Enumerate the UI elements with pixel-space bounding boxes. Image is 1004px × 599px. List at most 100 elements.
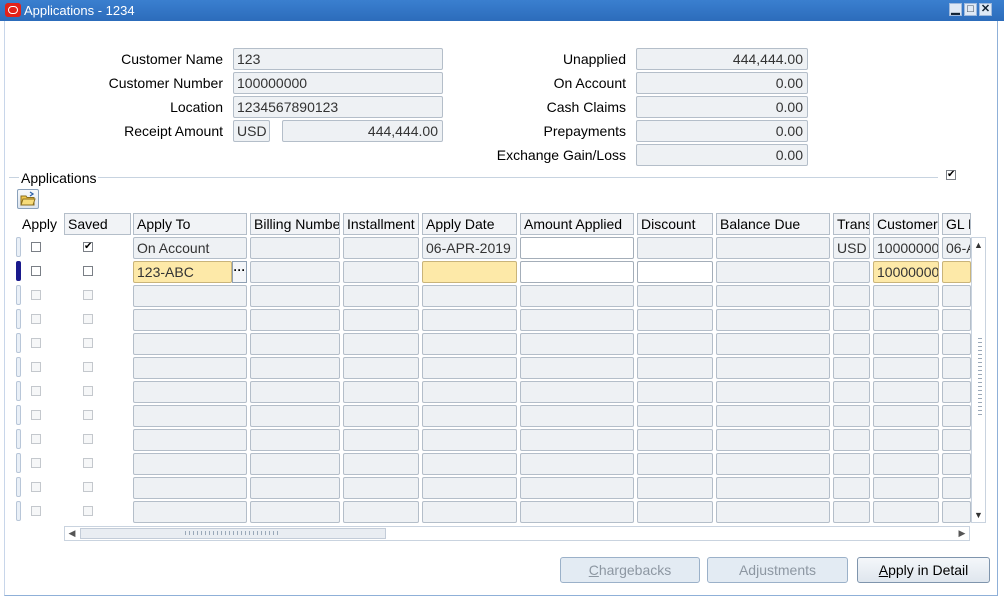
apply-checkbox[interactable] — [31, 338, 41, 348]
cell-amount-applied[interactable] — [520, 477, 634, 499]
cell-customer[interactable]: 100000000 — [873, 261, 939, 283]
close-icon[interactable]: ✕ — [979, 3, 992, 16]
cell-installment[interactable] — [343, 429, 419, 451]
cell-balance-due[interactable] — [716, 261, 830, 283]
cell-amount-applied[interactable] — [520, 357, 634, 379]
list-of-values-button[interactable]: ··· — [232, 261, 247, 283]
column-header-saved[interactable]: Saved — [64, 213, 131, 235]
maximize-icon[interactable]: □ — [964, 3, 977, 16]
cell-apply-to[interactable] — [133, 453, 247, 475]
saved-checkbox[interactable] — [83, 434, 93, 444]
apply-checkbox[interactable] — [31, 362, 41, 372]
column-header-customer[interactable]: Customer I — [873, 213, 939, 235]
cell-billing-number[interactable] — [250, 333, 340, 355]
cell-discount[interactable] — [637, 285, 713, 307]
cell-balance-due[interactable] — [716, 477, 830, 499]
cash-claims-field[interactable]: 0.00 — [636, 96, 808, 118]
cell-balance-due[interactable] — [716, 381, 830, 403]
row-selector[interactable] — [16, 405, 21, 425]
column-header-gl-date[interactable]: GL D — [942, 213, 971, 235]
cell-customer[interactable] — [873, 477, 939, 499]
cell-apply-date[interactable] — [422, 285, 517, 307]
cell-balance-due[interactable] — [716, 309, 830, 331]
saved-checkbox[interactable] — [83, 338, 93, 348]
cell-gl[interactable] — [942, 309, 971, 331]
cell-apply-date[interactable] — [422, 453, 517, 475]
cell-apply-date[interactable] — [422, 309, 517, 331]
apply-checkbox[interactable] — [31, 314, 41, 324]
cell-apply-date[interactable] — [422, 357, 517, 379]
cell-trans[interactable] — [833, 381, 870, 403]
cell-customer[interactable] — [873, 333, 939, 355]
row-selector[interactable] — [16, 261, 21, 281]
cell-amount-applied[interactable] — [520, 309, 634, 331]
cell-apply-to[interactable] — [133, 477, 247, 499]
cell-apply-to[interactable] — [133, 357, 247, 379]
cell-balance-due[interactable] — [716, 501, 830, 523]
cell-balance-due[interactable] — [716, 453, 830, 475]
saved-checkbox[interactable] — [83, 410, 93, 420]
cell-billing-number[interactable] — [250, 429, 340, 451]
cell-apply-date[interactable] — [422, 501, 517, 523]
cell-customer[interactable] — [873, 285, 939, 307]
cell-discount[interactable] — [637, 429, 713, 451]
minimize-icon[interactable]: ▁ — [949, 3, 962, 16]
row-selector[interactable] — [16, 333, 21, 353]
saved-checkbox[interactable] — [83, 386, 93, 396]
cell-discount[interactable] — [637, 261, 713, 283]
cell-amount-applied[interactable] — [520, 333, 634, 355]
cell-trans[interactable]: USD — [833, 237, 870, 259]
cell-billing-number[interactable] — [250, 285, 340, 307]
cell-discount[interactable] — [637, 453, 713, 475]
cell-customer[interactable] — [873, 381, 939, 403]
cell-balance-due[interactable] — [716, 237, 830, 259]
saved-checkbox[interactable] — [83, 266, 93, 276]
exchange-gain-loss-field[interactable]: 0.00 — [636, 144, 808, 166]
apply-checkbox[interactable] — [31, 410, 41, 420]
saved-checkbox[interactable] — [83, 482, 93, 492]
row-selector[interactable] — [16, 381, 21, 401]
cell-trans[interactable] — [833, 261, 870, 283]
cell-discount[interactable] — [637, 237, 713, 259]
cell-installment[interactable] — [343, 357, 419, 379]
cell-gl[interactable] — [942, 261, 971, 283]
prepayments-field[interactable]: 0.00 — [636, 120, 808, 142]
cell-amount-applied[interactable] — [520, 237, 634, 259]
cell-customer[interactable] — [873, 309, 939, 331]
cell-balance-due[interactable] — [716, 333, 830, 355]
cell-trans[interactable] — [833, 357, 870, 379]
cell-billing-number[interactable] — [250, 261, 340, 283]
row-selector[interactable] — [16, 453, 21, 473]
cell-installment[interactable] — [343, 237, 419, 259]
cell-trans[interactable] — [833, 285, 870, 307]
cell-apply-date[interactable] — [422, 333, 517, 355]
cell-trans[interactable] — [833, 429, 870, 451]
cell-discount[interactable] — [637, 405, 713, 427]
cell-installment[interactable] — [343, 333, 419, 355]
folder-options-checkbox[interactable]: ✔ — [946, 170, 956, 180]
cell-apply-to[interactable] — [133, 501, 247, 523]
cell-installment[interactable] — [343, 309, 419, 331]
row-selector[interactable] — [16, 501, 21, 521]
column-header-balance-due[interactable]: Balance Due — [716, 213, 830, 235]
saved-checkbox[interactable] — [83, 458, 93, 468]
row-selector[interactable] — [16, 309, 21, 329]
cell-billing-number[interactable] — [250, 453, 340, 475]
cell-installment[interactable] — [343, 501, 419, 523]
receipt-currency-field[interactable]: USD — [233, 120, 270, 142]
saved-checkbox[interactable]: ✔ — [83, 242, 93, 252]
cell-amount-applied[interactable] — [520, 405, 634, 427]
cell-balance-due[interactable] — [716, 429, 830, 451]
scroll-up-icon[interactable]: ▲ — [972, 238, 985, 252]
cell-apply-to[interactable] — [133, 309, 247, 331]
adjustments-button[interactable]: Adjustments — [707, 557, 848, 583]
cell-apply-date[interactable] — [422, 429, 517, 451]
cell-apply-to[interactable] — [133, 333, 247, 355]
cell-balance-due[interactable] — [716, 405, 830, 427]
cell-balance-due[interactable] — [716, 357, 830, 379]
cell-gl[interactable] — [942, 333, 971, 355]
cell-discount[interactable] — [637, 357, 713, 379]
row-selector[interactable] — [16, 357, 21, 377]
cell-trans[interactable] — [833, 309, 870, 331]
cell-trans[interactable] — [833, 501, 870, 523]
